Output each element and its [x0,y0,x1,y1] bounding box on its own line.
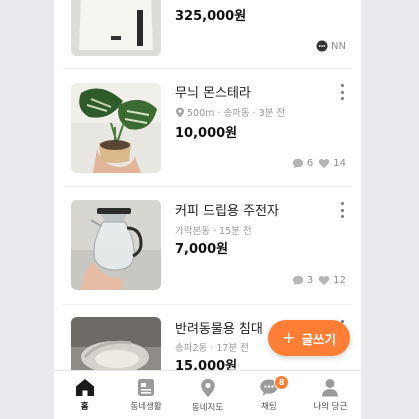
chat-count: 6 [306,158,314,169]
product-price: 7,000원 [175,242,229,257]
tab-neighborhood-map[interactable]: 동네지도 [177,371,238,419]
tab-community-label: 동네생활 [130,402,162,412]
product-stats: 6 14 [292,158,346,169]
heart-icon [319,159,330,169]
write-post-button[interactable]: + 글쓰기 [268,320,350,356]
more-options-icon[interactable] [337,84,347,100]
chat-count-icon [292,158,304,169]
like-count: 12 [333,275,346,286]
bottom-tab-bar: 홈 동네생활 동네지도 8 채팅 나의 당근 [54,370,361,419]
product-thumbnail-monstera[interactable] [71,83,161,173]
product-item-monstera[interactable]: 무늬 몬스테라 500m · 송파동 · 3분 전 10,000원 6 14 [54,69,361,186]
monstera-image [71,83,161,173]
location-pin-icon [176,107,184,117]
product-item-kettle[interactable]: 커피 드립용 주전자 가락본동 · 15분 전 7,000원 3 12 [54,187,361,304]
feed-icon [138,379,155,396]
product-stats: 3 12 [292,275,346,286]
product-title: 반려동물용 침대 [175,322,263,337]
product-item-bag[interactable]: 325,000원 NN [54,0,361,68]
product-location-text: 500m · 송파동 · 3분 전 [187,108,286,119]
product-thumbnail-bag[interactable] [71,0,161,56]
product-title: 커피 드립용 주전자 [175,204,279,219]
tab-chat[interactable]: 8 채팅 [238,371,299,419]
product-price: 10,000원 [175,126,238,141]
user-icon [322,379,339,397]
chat-count: 3 [306,275,314,286]
tab-home-label: 홈 [80,402,89,412]
product-title: 무늬 몬스테라 [175,86,251,101]
product-location-time: 가락본동 · 15분 전 [175,226,252,237]
seller-badge-text: NN [331,40,346,52]
tab-chat-label: 채팅 [261,402,277,412]
like-count: 14 [333,158,346,169]
home-icon [75,379,94,396]
chat-count-icon [292,275,304,286]
bag-image [71,0,161,56]
product-thumbnail-kettle[interactable] [71,200,161,290]
tab-community[interactable]: 동네생활 [115,371,176,419]
chat-unread-badge: 8 [274,375,290,390]
phone-screen: 325,000원 NN 무늬 몬스테라 500m · 송파동 · 3분 전 10… [54,0,361,419]
kettle-image [71,200,161,290]
map-pin-icon [200,379,215,397]
chat-bubble-icon [316,40,328,52]
tab-my-profile[interactable]: 나의 당근 [300,371,361,419]
write-post-label: 글쓰기 [301,331,336,347]
product-location-time: 500m · 송파동 · 3분 전 [175,105,285,119]
product-price: 325,000원 [175,9,247,24]
product-location-time: 송파2동 · 17분 전 [175,343,249,354]
more-options-icon[interactable] [337,202,347,218]
seller-badge: NN [316,40,346,52]
plus-icon: + [282,328,296,347]
tab-home[interactable]: 홈 [54,371,115,419]
tab-neighborhood-map-label: 동네지도 [191,403,224,413]
heart-icon [319,276,330,286]
tab-my-profile-label: 나의 당근 [313,402,348,412]
